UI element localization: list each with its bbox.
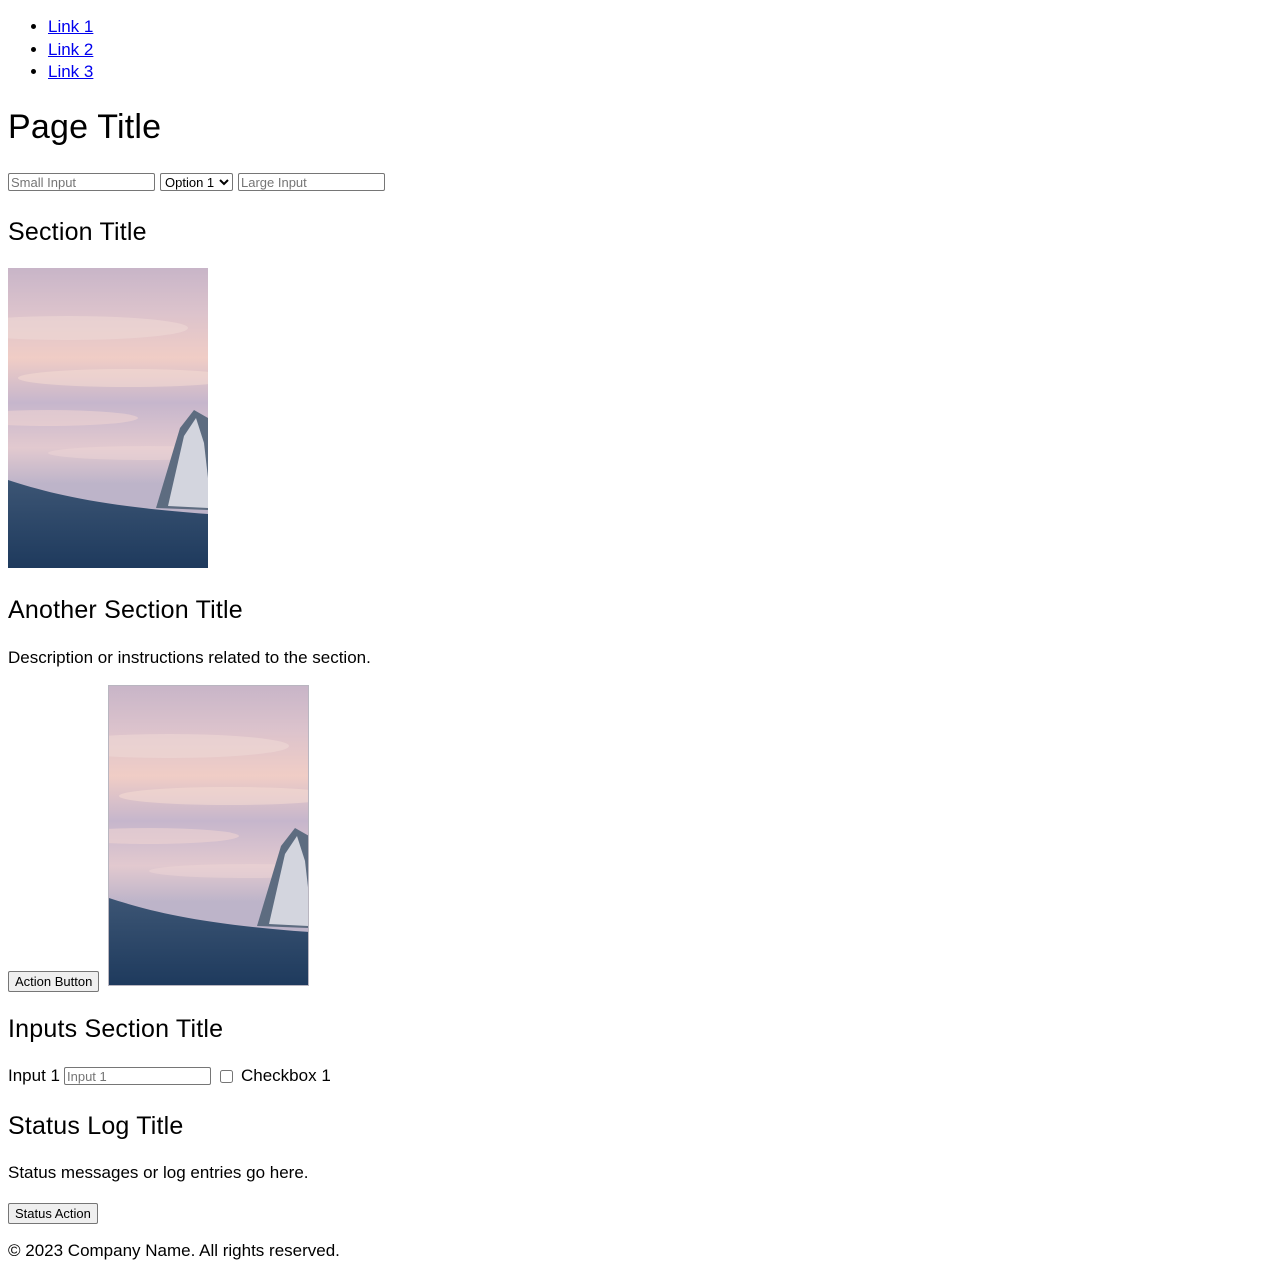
option-select[interactable]: Option 1 (160, 173, 233, 191)
nav-item: Link 2 (48, 39, 93, 62)
status-action-button[interactable]: Status Action (8, 1203, 98, 1224)
large-input[interactable] (238, 173, 385, 191)
status-message: Status messages or log entries go here. (8, 1163, 309, 1182)
input-label: Input 1 (8, 1066, 60, 1085)
mountain-image (8, 268, 208, 568)
nav-item: Link 1 (48, 16, 93, 39)
nav-link-3[interactable]: Link 3 (48, 62, 93, 81)
nav-link-1[interactable]: Link 1 (48, 17, 93, 36)
checkbox-label: Checkbox 1 (241, 1066, 331, 1085)
input-1-field[interactable] (64, 1067, 211, 1085)
section-title: Status Log Title (8, 1112, 184, 1140)
page-title: Page Title (8, 108, 162, 146)
top-form-row: Option 1 (8, 173, 385, 191)
action-button[interactable]: Action Button (8, 971, 100, 992)
mountain-illustration (8, 268, 208, 568)
checkbox-1[interactable] (220, 1069, 233, 1083)
mountain-image (108, 685, 309, 986)
mountain-illustration (109, 686, 308, 985)
inputs-row: Input 1 Checkbox 1 (8, 1066, 331, 1086)
nav-link-2[interactable]: Link 2 (48, 40, 93, 59)
small-input[interactable] (8, 173, 155, 191)
nav-list: Link 1 Link 2 Link 3 (8, 16, 93, 84)
section-title: Another Section Title (8, 596, 243, 624)
footer-text: © 2023 Company Name. All rights reserved… (8, 1241, 340, 1260)
nav-item: Link 3 (48, 61, 93, 84)
section-description: Description or instructions related to t… (8, 648, 371, 667)
section-title: Section Title (8, 218, 147, 246)
section-title: Inputs Section Title (8, 1015, 224, 1043)
